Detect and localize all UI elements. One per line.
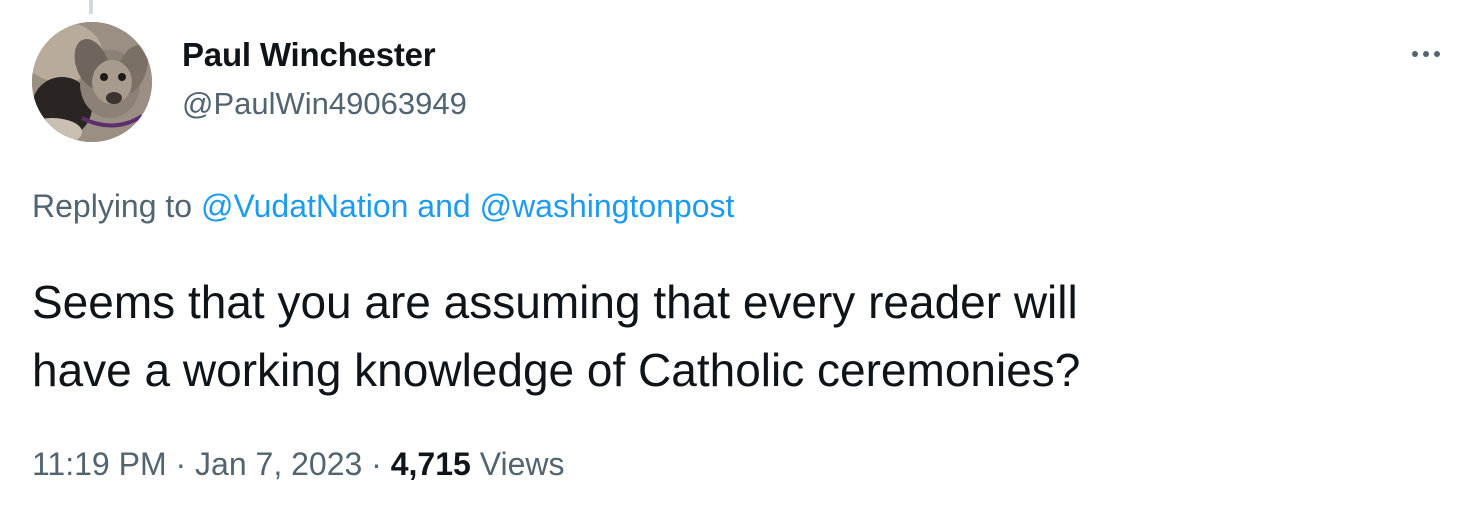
views-count: 4,715 xyxy=(390,446,471,482)
dog-photo-icon xyxy=(32,22,152,142)
more-options-button[interactable] xyxy=(1402,30,1450,78)
more-horizontal-icon-dot xyxy=(1434,51,1440,57)
replying-to-prefix: Replying to xyxy=(32,188,193,224)
tweet-text: Seems that you are assuming that every r… xyxy=(32,268,1432,404)
mention-washingtonpost-link[interactable]: @washingtonpost xyxy=(480,188,735,224)
tweet-text-line: have a working knowledge of Catholic cer… xyxy=(32,344,1081,396)
views-label: Views xyxy=(479,446,565,482)
replying-to: Replying to @VudatNation and @washington… xyxy=(32,188,734,225)
mention-vudatnation-link[interactable]: @VudatNation xyxy=(201,188,408,224)
tweet-date-link[interactable]: Jan 7, 2023 xyxy=(195,446,362,482)
tweet-text-line: Seems that you are assuming that every r… xyxy=(32,276,1078,328)
meta-separator: · xyxy=(371,446,382,482)
author-handle[interactable]: @PaulWin49063949 xyxy=(182,86,467,122)
thread-connector-line xyxy=(89,0,93,14)
tweet-time-link[interactable]: 11:19 PM xyxy=(32,446,167,482)
avatar[interactable] xyxy=(32,22,152,142)
more-horizontal-icon xyxy=(1412,51,1418,57)
author-display-name[interactable]: Paul Winchester xyxy=(182,36,436,74)
replying-conjunction[interactable]: and xyxy=(417,188,470,224)
tweet-metadata: 11:19 PM · Jan 7, 2023 · 4,715 Views xyxy=(32,446,564,483)
meta-separator: · xyxy=(175,446,187,482)
more-horizontal-icon-dot xyxy=(1423,51,1429,57)
